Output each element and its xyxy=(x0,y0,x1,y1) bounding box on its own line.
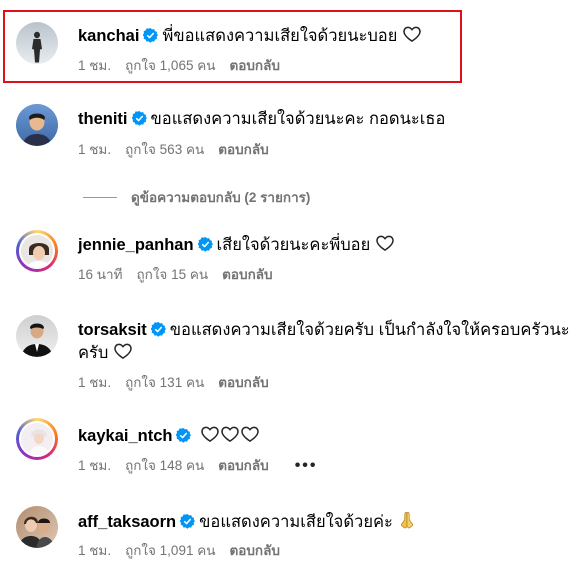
comment-text-line: kanchai พี่ขอแสดงความเสียใจด้วยนะบอย xyxy=(78,24,422,47)
reply-button[interactable]: ตอบกลับ xyxy=(218,458,268,473)
username[interactable]: theniti xyxy=(78,110,128,128)
verified-badge-icon xyxy=(132,111,147,126)
comment-text-line: jennie_panhan เสียใจด้วยนะคะพี่บอย xyxy=(78,233,395,256)
avatar[interactable] xyxy=(16,104,58,146)
avatar-portrait xyxy=(21,235,53,267)
comment-text-line: aff_taksaorn ขอแสดงความเสียใจด้วยค่ะ xyxy=(78,510,417,533)
reply-button[interactable]: ตอบกลับ xyxy=(229,58,279,73)
comment-text: พี่ขอแสดงความเสียใจด้วยนะบอย xyxy=(162,27,398,45)
avatar-portrait xyxy=(18,516,55,548)
username[interactable]: aff_taksaorn xyxy=(78,513,176,531)
comment-time: 1 ชม. xyxy=(78,58,112,73)
comment-time: 1 ชม. xyxy=(78,142,112,157)
like-count[interactable]: ถูกใจ 148 คน xyxy=(125,458,204,473)
comment-text: ขอแสดงความเสียใจด้วยนะคะ กอดนะเธอ xyxy=(150,110,446,128)
comment-time: 1 ชม. xyxy=(78,543,112,558)
verified-badge-icon xyxy=(143,28,158,43)
username[interactable]: kaykai_ntch xyxy=(78,427,172,445)
reply-button[interactable]: ตอบกลับ xyxy=(218,142,268,157)
reply-button[interactable]: ตอบกลับ xyxy=(229,543,279,558)
view-replies-label: ดูข้อความตอบกลับ (2 รายการ) xyxy=(131,190,311,205)
verified-badge-icon xyxy=(151,322,166,337)
heart-outline-icon xyxy=(402,24,422,44)
reply-button[interactable]: ตอบกลับ xyxy=(218,375,268,390)
folded-hands-icon xyxy=(401,512,414,529)
heart-outline-icon xyxy=(200,424,220,444)
more-options-icon[interactable]: ••• xyxy=(295,457,318,474)
heart-outline-icon xyxy=(113,341,133,361)
avatar-portrait xyxy=(22,113,52,146)
avatar[interactable] xyxy=(16,506,58,548)
like-count[interactable]: ถูกใจ 1,091 คน xyxy=(125,543,215,558)
like-count[interactable]: ถูกใจ 131 คน xyxy=(125,375,204,390)
like-count[interactable]: ถูกใจ 1,065 คน xyxy=(125,58,215,73)
verified-badge-icon xyxy=(180,514,195,529)
comment-meta: 1 ชม. ถูกใจ 1,091 คน ตอบกลับ xyxy=(78,542,294,560)
comment-meta: 1 ชม. ถูกใจ 563 คน ตอบกลับ xyxy=(78,141,283,159)
comment-time: 1 ชม. xyxy=(78,375,112,390)
heart-outline-icon xyxy=(240,424,260,444)
heart-outline-icon xyxy=(220,424,240,444)
comment-text: เสียใจด้วยนะคะพี่บอย xyxy=(216,236,371,254)
comment-text-line: kaykai_ntch xyxy=(78,424,260,447)
avatar[interactable] xyxy=(16,22,58,64)
comment-text: ขอแสดงความเสียใจด้วยค่ะ xyxy=(199,513,393,531)
comment-meta: 16 นาที ถูกใจ 15 คน ตอบกลับ xyxy=(78,266,287,284)
username[interactable]: kanchai xyxy=(78,27,139,45)
avatar-portrait xyxy=(21,423,53,455)
avatar-with-story-ring[interactable] xyxy=(16,418,58,460)
comment-meta: 1 ชม. ถูกใจ 131 คน ตอบกลับ xyxy=(78,374,283,392)
avatar-silhouette xyxy=(32,31,42,63)
avatar[interactable] xyxy=(16,315,58,357)
view-replies-link[interactable]: ดูข้อความตอบกลับ (2 รายการ) xyxy=(83,186,310,208)
verified-badge-icon xyxy=(176,428,191,443)
username[interactable]: jennie_panhan xyxy=(78,236,194,254)
avatar-with-story-ring[interactable] xyxy=(16,230,58,272)
username[interactable]: torsaksit xyxy=(78,321,147,339)
verified-badge-icon xyxy=(198,237,213,252)
like-count[interactable]: ถูกใจ 15 คน xyxy=(136,267,208,282)
avatar-portrait xyxy=(21,323,53,357)
replies-divider xyxy=(83,197,117,198)
comment-text-line: theniti ขอแสดงความเสียใจด้วยนะคะ กอดนะเธอ xyxy=(78,108,445,130)
like-count[interactable]: ถูกใจ 563 คน xyxy=(125,142,204,157)
comment-meta: 1 ชม. ถูกใจ 1,065 คน ตอบกลับ xyxy=(78,57,294,75)
heart-outline-icon xyxy=(375,233,395,253)
comment-meta: 1 ชม. ถูกใจ 148 คน ตอบกลับ ••• xyxy=(78,457,332,475)
reply-button[interactable]: ตอบกลับ xyxy=(222,267,272,282)
comment-text-line: torsaksit ขอแสดงความเสียใจด้วยครับ เป็นกำ… xyxy=(78,319,570,364)
comment-time: 1 ชม. xyxy=(78,458,112,473)
comment-time: 16 นาที xyxy=(78,267,123,282)
